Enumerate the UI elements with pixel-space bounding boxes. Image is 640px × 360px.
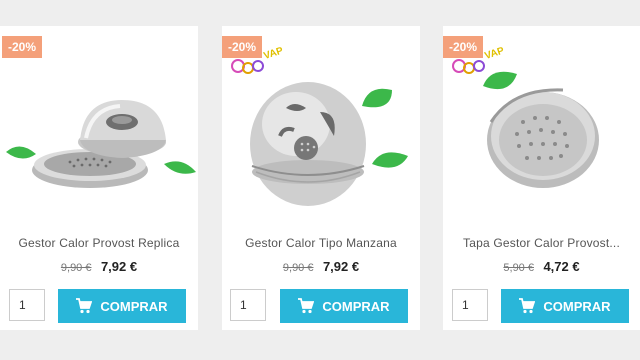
product-title[interactable]: Tapa Gestor Calor Provost... (443, 236, 640, 250)
quantity-input[interactable] (9, 289, 45, 321)
price-row: 9,90 € 7,92 € (222, 258, 420, 276)
price-row: 9,90 € 7,92 € (0, 258, 198, 276)
new-price: 4,72 € (543, 259, 580, 274)
buy-button-label: COMPRAR (543, 298, 611, 314)
product-image[interactable] (0, 60, 198, 220)
old-price: 5,90 € (503, 262, 534, 274)
buy-button[interactable]: COMPRAR (501, 289, 629, 323)
discount-badge: -20% (443, 36, 483, 58)
new-price: 7,92 € (322, 259, 360, 274)
old-price: 9,90 € (282, 262, 314, 274)
product-grid: -20% Gestor Calor Provost Replica 9,90 €… (0, 26, 640, 330)
shopping-cart-icon (76, 298, 93, 314)
discount-badge: -20% (2, 36, 42, 58)
price-row: 5,90 € 4,72 € (443, 258, 640, 276)
buy-button-label: COMPRAR (322, 298, 390, 314)
buy-button[interactable]: COMPRAR (58, 289, 186, 323)
old-price: 9,90 € (60, 262, 92, 274)
product-image[interactable] (443, 60, 640, 220)
buy-button-label: COMPRAR (100, 298, 168, 314)
discount-badge: -20% (222, 36, 262, 58)
buy-button[interactable]: COMPRAR (280, 289, 408, 323)
product-card[interactable]: VAP -20% Tapa Gestor Calor Provost... 5,… (443, 26, 640, 330)
product-image[interactable] (222, 60, 420, 220)
quantity-input[interactable] (230, 289, 266, 321)
quantity-input[interactable] (452, 289, 488, 321)
product-card[interactable]: VAP -20% Gestor Calor Tipo Manzana 9,90 … (222, 26, 420, 330)
shopping-cart-icon (519, 298, 536, 314)
product-card[interactable]: -20% Gestor Calor Provost Replica 9,90 €… (0, 26, 198, 330)
product-title[interactable]: Gestor Calor Provost Replica (0, 236, 198, 250)
product-title[interactable]: Gestor Calor Tipo Manzana (222, 236, 420, 250)
new-price: 7,92 € (100, 259, 138, 274)
shopping-cart-icon (298, 298, 315, 314)
